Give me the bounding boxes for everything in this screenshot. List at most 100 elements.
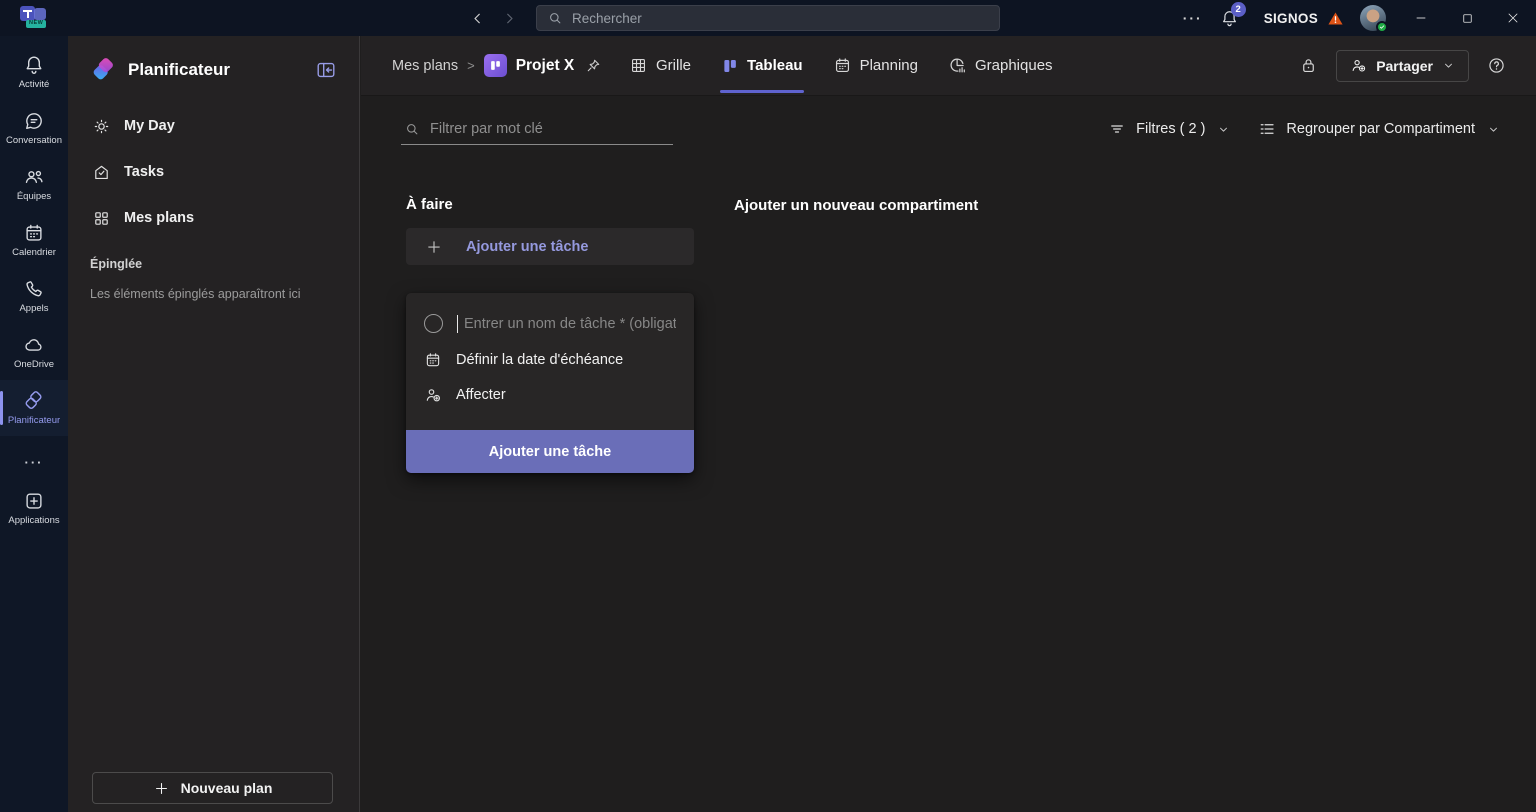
notifications-button[interactable]: 2 [1210,0,1250,36]
sidebar-item-my-plans[interactable]: Mes plans [68,195,359,241]
text-caret [457,315,458,333]
breadcrumb-my-plans-link[interactable]: Mes plans [392,58,458,74]
chevron-down-icon [1442,59,1455,72]
rail-item-calls[interactable]: Appels [0,268,68,324]
breadcrumb-separator: > [467,58,475,73]
chevron-down-icon [1217,123,1230,136]
add-task-label: Ajouter une tâche [466,239,588,255]
account-name: SIGNOS [1264,11,1318,26]
tab-planning[interactable]: Planning [821,36,930,95]
app-rail: Activité Conversation Équipes Calendrier… [0,36,68,812]
global-search[interactable] [536,5,1000,31]
sidebar-item-label: My Day [124,118,175,134]
bucket-title: À faire [406,196,694,214]
calendar-icon [424,351,442,369]
nav-forward-button[interactable] [494,0,524,36]
rail-item-label: OneDrive [14,360,54,370]
tab-grille[interactable]: Grille [617,36,703,95]
tasks-check-icon [92,163,111,182]
avatar[interactable] [1360,5,1386,31]
plan-header: Mes plans > Projet X Grille Tableau Plan… [361,36,1536,95]
apps-plus-icon [23,490,45,512]
warning-icon [1327,10,1344,27]
lock-icon[interactable] [1299,56,1318,75]
tab-label: Tableau [747,57,803,74]
notification-count-badge: 2 [1231,2,1246,17]
sun-icon [92,117,111,136]
new-task-card: Définir la date d'échéance Affecter Ajou… [406,293,694,473]
help-icon[interactable] [1487,56,1506,75]
close-button[interactable] [1490,0,1536,36]
nav-back-button[interactable] [462,0,492,36]
rail-item-label: Applications [8,516,59,526]
group-by-label: Regrouper par Compartiment [1286,121,1475,137]
rail-item-chat[interactable]: Conversation [0,100,68,156]
rail-item-label: Activité [19,80,50,90]
person-add-icon [424,386,442,404]
teams-logo-icon: NEW [18,4,52,32]
global-search-input[interactable] [572,11,989,26]
chat-icon [23,110,45,132]
titlebar-more-button[interactable]: ··· [1176,10,1210,26]
view-tabs: Grille Tableau Planning Graphiques [617,36,1065,95]
person-add-icon [1350,57,1367,74]
filters-label: Filtres ( 2 ) [1136,121,1205,137]
new-plan-button[interactable]: Nouveau plan [92,772,333,804]
people-icon [23,166,45,188]
add-bucket-button[interactable]: Ajouter un nouveau compartiment [734,197,978,214]
set-due-date-button[interactable]: Définir la date d'échéance [406,342,694,377]
pin-icon[interactable] [585,57,602,74]
rail-item-apps[interactable]: Applications [0,480,68,536]
search-icon [547,10,563,26]
rail-item-label: Équipes [17,192,51,202]
keyword-filter-input[interactable] [430,121,670,137]
planner-logo-icon [90,56,117,83]
plan-title: Projet X [516,57,575,75]
plus-icon [153,780,170,797]
filter-icon [1108,120,1126,138]
rail-item-activity[interactable]: Activité [0,44,68,100]
sidebar-item-label: Tasks [124,164,164,180]
tab-label: Graphiques [975,57,1053,74]
collapse-panel-icon[interactable] [315,59,337,81]
sidebar-item-my-day[interactable]: My Day [68,103,359,149]
assign-button[interactable]: Affecter [406,377,694,412]
title-bar: NEW ··· 2 SIGNOS [0,0,1536,36]
sidebar-item-tasks[interactable]: Tasks [68,149,359,195]
share-button[interactable]: Partager [1336,50,1469,82]
submit-add-task-button[interactable]: Ajouter une tâche [406,430,694,473]
cloud-icon [23,334,45,356]
maximize-button[interactable] [1444,0,1490,36]
teams-planner-window: NEW ··· 2 SIGNOS [0,0,1536,812]
bell-icon [23,54,45,76]
search-icon [404,121,420,137]
minimize-button[interactable] [1398,0,1444,36]
rail-more-apps-button[interactable]: ··· [0,444,68,480]
schedule-view-icon [833,56,852,75]
grid-view-icon [629,56,648,75]
add-task-button[interactable]: Ajouter une tâche [406,228,694,265]
group-by-dropdown[interactable]: Regrouper par Compartiment [1258,120,1500,138]
board-view-icon [721,57,739,75]
rail-item-onedrive[interactable]: OneDrive [0,324,68,380]
account-menu[interactable]: SIGNOS [1250,10,1354,27]
keyword-filter[interactable] [401,113,673,145]
assign-label: Affecter [456,387,506,403]
task-name-input[interactable] [464,316,676,332]
board-content: Filtres ( 2 ) Regrouper par Compartiment… [361,95,1536,812]
tab-tableau[interactable]: Tableau [709,36,815,95]
plus-icon [425,238,443,256]
teams-new-badge: NEW [26,20,46,28]
bucket-a-faire: À faire Ajouter une tâche Déf [406,196,694,473]
tab-label: Planning [860,57,918,74]
tab-graphiques[interactable]: Graphiques [936,36,1065,95]
rail-item-planner[interactable]: Planificateur [0,380,68,436]
rail-item-calendar[interactable]: Calendrier [0,212,68,268]
task-complete-radio[interactable] [424,314,443,333]
filters-dropdown[interactable]: Filtres ( 2 ) [1108,120,1230,138]
main-area: Mes plans > Projet X Grille Tableau Plan… [361,36,1536,812]
rail-item-label: Calendrier [12,248,56,258]
new-plan-label: Nouveau plan [181,780,273,796]
rail-item-teams[interactable]: Équipes [0,156,68,212]
presence-available-icon [1376,21,1388,33]
